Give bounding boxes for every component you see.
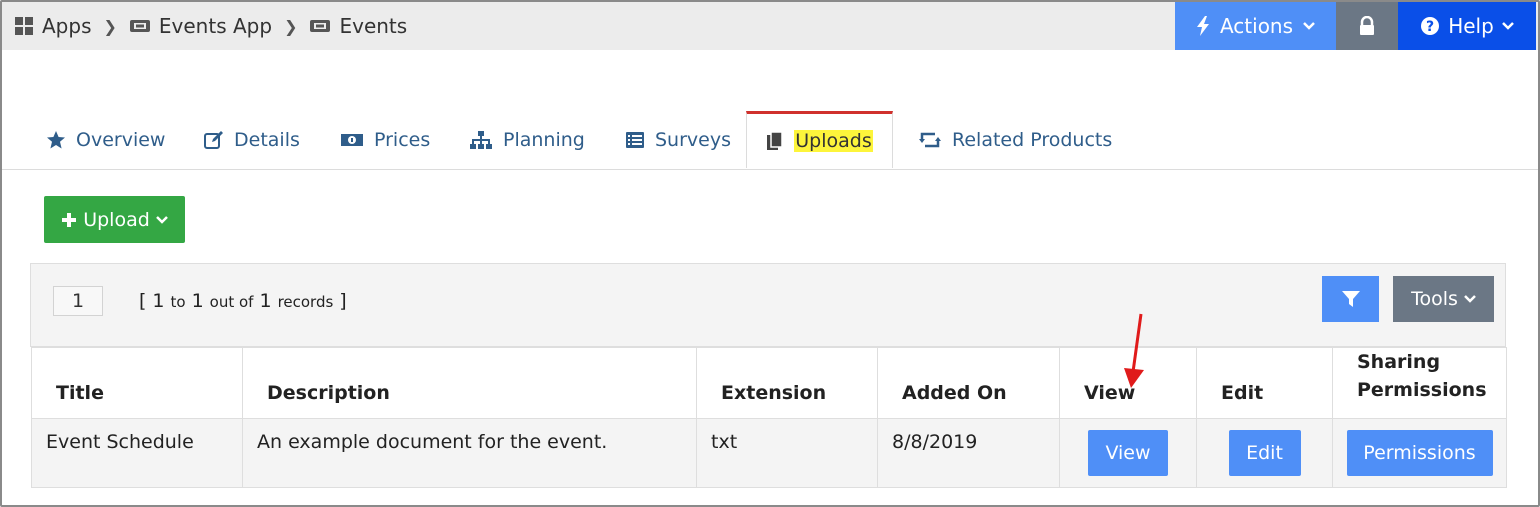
bolt-icon bbox=[1196, 16, 1209, 36]
table-header-row: Title Description Extension Added On Vie… bbox=[31, 347, 1507, 419]
list-icon bbox=[626, 132, 644, 148]
files-icon bbox=[767, 131, 783, 150]
breadcrumb-item-events-app[interactable]: Events App bbox=[129, 14, 272, 38]
tab-details[interactable]: Details bbox=[204, 111, 300, 169]
breadcrumb-item-apps[interactable]: Apps bbox=[14, 14, 92, 38]
view-button[interactable]: View bbox=[1088, 430, 1168, 476]
sitemap-icon bbox=[470, 131, 492, 149]
tab-label: Surveys bbox=[655, 129, 731, 151]
cell-description: An example document for the event. bbox=[242, 418, 697, 488]
edit-button[interactable]: Edit bbox=[1228, 430, 1301, 476]
breadcrumb-label: Events bbox=[339, 14, 408, 38]
to-word: to bbox=[170, 293, 186, 311]
top-bar: Apps ❯ Events App ❯ Events Actions ? Hel… bbox=[2, 2, 1538, 50]
permissions-button[interactable]: Permissions bbox=[1346, 430, 1493, 476]
bracket-open: [ bbox=[139, 290, 147, 312]
filter-icon bbox=[1341, 291, 1360, 307]
chevron-right-icon: ❯ bbox=[284, 16, 298, 36]
chevron-down-icon bbox=[1501, 22, 1514, 30]
help-button[interactable]: ? Help bbox=[1398, 2, 1536, 50]
annotation-arrow-icon bbox=[1124, 313, 1144, 388]
actions-label: Actions bbox=[1219, 14, 1294, 38]
upload-label: Upload bbox=[83, 208, 150, 231]
breadcrumb-label: Apps bbox=[42, 14, 92, 38]
app-frame: Apps ❯ Events App ❯ Events Actions ? Hel… bbox=[0, 0, 1540, 507]
tab-label: Planning bbox=[503, 129, 585, 151]
record-from: 1 bbox=[152, 290, 165, 312]
column-header-added-on[interactable]: Added On bbox=[877, 347, 1060, 419]
filter-button[interactable] bbox=[1322, 276, 1379, 322]
retweet-icon bbox=[919, 132, 941, 148]
tab-label: Related Products bbox=[952, 129, 1113, 151]
edit-icon bbox=[204, 131, 223, 149]
upload-button[interactable]: Upload bbox=[44, 196, 185, 243]
tab-planning[interactable]: Planning bbox=[469, 111, 585, 169]
help-label: Help bbox=[1448, 14, 1494, 38]
cell-permissions: Permissions bbox=[1332, 418, 1507, 488]
tab-prices[interactable]: Prices bbox=[340, 111, 430, 169]
money-icon bbox=[341, 134, 363, 146]
tab-surveys[interactable]: Surveys bbox=[625, 111, 731, 169]
table-row: Event Schedule An example document for t… bbox=[31, 418, 1507, 488]
uploads-table: Title Description Extension Added On Vie… bbox=[31, 347, 1507, 488]
lock-icon bbox=[1360, 16, 1374, 35]
grid-icon bbox=[15, 17, 33, 35]
tab-label: Overview bbox=[76, 129, 166, 151]
chevron-down-icon bbox=[155, 215, 168, 224]
chevron-down-icon bbox=[1464, 295, 1476, 303]
tab-label: Uploads bbox=[794, 130, 873, 152]
column-header-title[interactable]: Title bbox=[31, 347, 243, 419]
ticket-icon bbox=[310, 20, 331, 32]
column-header-sharing-permissions[interactable]: Sharing Permissions bbox=[1332, 347, 1507, 419]
record-total: 1 bbox=[259, 290, 272, 312]
tab-bar: Overview Details Prices Planning Surveys… bbox=[2, 111, 1538, 170]
tab-uploads[interactable]: Uploads bbox=[746, 111, 893, 168]
tools-button[interactable]: Tools bbox=[1393, 276, 1494, 322]
tab-related-products[interactable]: Related Products bbox=[918, 111, 1112, 169]
cell-title: Event Schedule bbox=[31, 418, 243, 488]
records-word: records bbox=[277, 293, 334, 311]
out-of-word: out of bbox=[209, 293, 254, 311]
page-number-input[interactable]: 1 bbox=[53, 286, 103, 316]
chevron-right-icon: ❯ bbox=[103, 16, 117, 36]
plus-icon bbox=[62, 212, 77, 227]
tab-overview[interactable]: Overview bbox=[46, 111, 165, 169]
tab-label: Details bbox=[234, 129, 300, 151]
cell-edit: Edit bbox=[1196, 418, 1333, 488]
tab-label: Prices bbox=[374, 129, 431, 151]
breadcrumb-item-events[interactable]: Events bbox=[309, 14, 407, 38]
chevron-down-icon bbox=[1303, 22, 1315, 30]
star-icon bbox=[47, 131, 65, 149]
column-header-extension[interactable]: Extension bbox=[696, 347, 878, 419]
ticket-icon bbox=[129, 20, 150, 32]
actions-button[interactable]: Actions bbox=[1175, 2, 1336, 50]
grid-toolbar: 1 [ 1 to 1 out of 1 records ] Tools bbox=[30, 263, 1506, 347]
question-circle-icon: ? bbox=[1421, 17, 1440, 35]
column-header-edit[interactable]: Edit bbox=[1196, 347, 1333, 419]
svg-text:?: ? bbox=[1426, 19, 1434, 35]
tools-label: Tools bbox=[1411, 288, 1458, 310]
cell-view: View bbox=[1059, 418, 1197, 488]
bracket-close: ] bbox=[339, 290, 347, 312]
lock-button[interactable] bbox=[1336, 2, 1398, 50]
record-count: [ 1 to 1 out of 1 records ] bbox=[139, 290, 347, 312]
breadcrumb: Apps ❯ Events App ❯ Events bbox=[14, 2, 407, 50]
cell-added-on: 8/8/2019 bbox=[877, 418, 1060, 488]
record-to: 1 bbox=[191, 290, 204, 312]
column-header-description[interactable]: Description bbox=[242, 347, 697, 419]
breadcrumb-label: Events App bbox=[158, 14, 273, 38]
cell-extension: txt bbox=[696, 418, 878, 488]
